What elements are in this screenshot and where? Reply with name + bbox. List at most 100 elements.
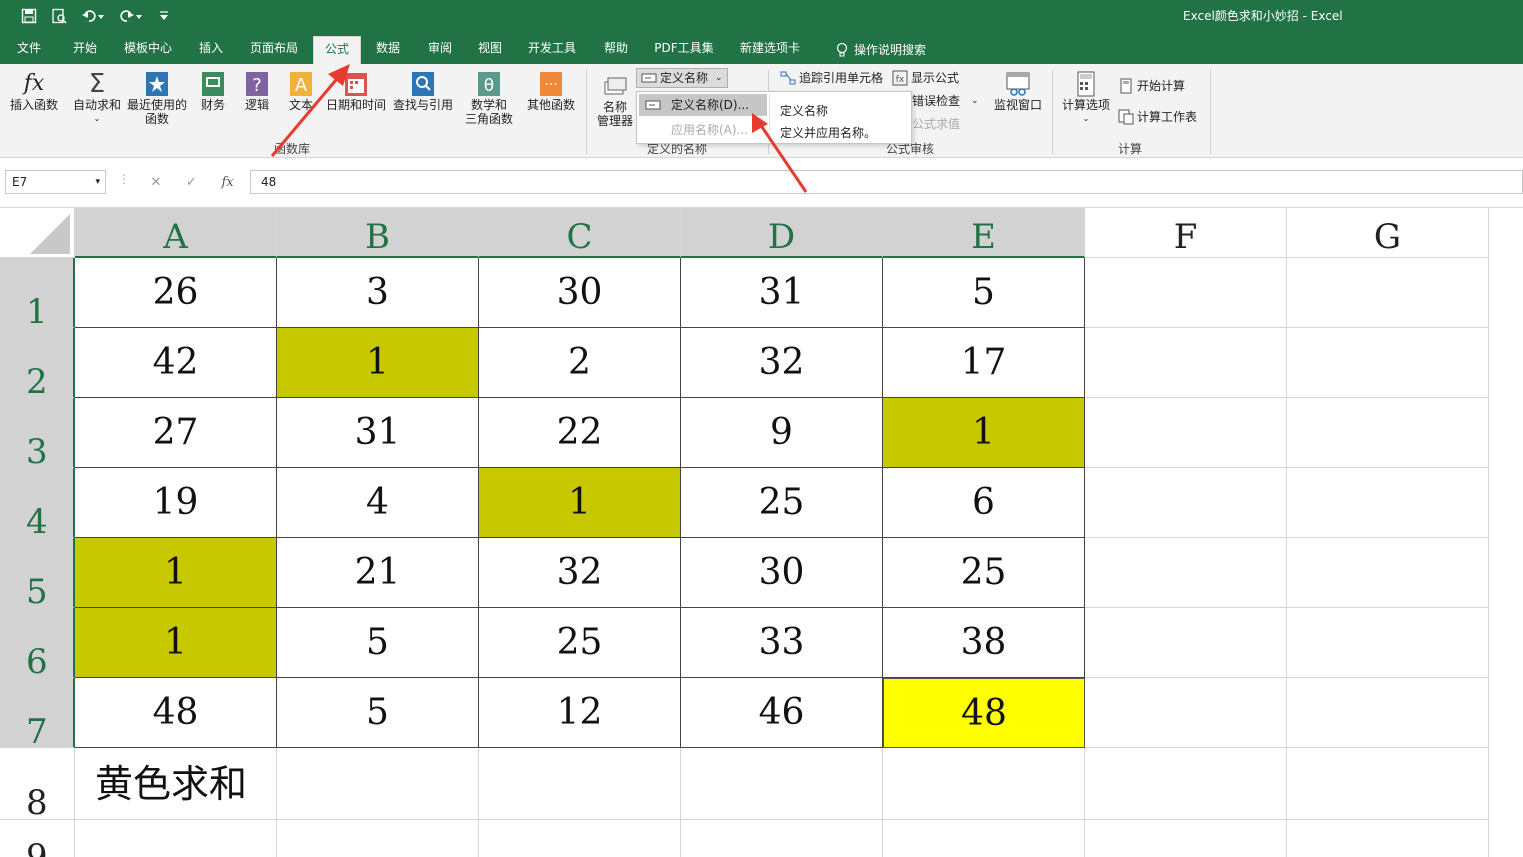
- cell-a3[interactable]: 27: [75, 398, 277, 468]
- cell-a6[interactable]: 1: [75, 608, 277, 678]
- row-header-3[interactable]: 3: [0, 398, 75, 472]
- cell-d1[interactable]: 31: [681, 258, 883, 328]
- cell-e4[interactable]: 6: [883, 468, 1085, 538]
- cell-a5[interactable]: 1: [75, 538, 277, 608]
- cell-f9[interactable]: [1085, 820, 1287, 857]
- cell-b5[interactable]: 21: [277, 538, 479, 608]
- yellow-sum-label[interactable]: 黄色求和: [75, 748, 277, 820]
- trace-precedents-button[interactable]: 追踪引用单元格: [780, 68, 883, 88]
- tab-help[interactable]: 帮助: [596, 36, 636, 64]
- cell-b7[interactable]: 5: [277, 678, 479, 748]
- tab-new-tab[interactable]: 新建选项卡: [732, 36, 808, 64]
- cell-f5[interactable]: [1085, 538, 1287, 608]
- tab-templates[interactable]: 模板中心: [116, 36, 180, 64]
- tab-home[interactable]: 开始: [62, 36, 108, 64]
- row-header-4[interactable]: 4: [0, 468, 75, 542]
- cell-c8[interactable]: [479, 748, 681, 820]
- error-checking-button[interactable]: 错误检查 ⌄: [912, 91, 979, 111]
- cell-b3[interactable]: 31: [277, 398, 479, 468]
- cell-d6[interactable]: 33: [681, 608, 883, 678]
- cell-g7[interactable]: [1287, 678, 1489, 748]
- cell-b4[interactable]: 4: [277, 468, 479, 538]
- apply-names-menu-item[interactable]: 应用名称(A)...: [639, 119, 767, 141]
- enter-icon[interactable]: ✓: [186, 175, 197, 190]
- tab-page-layout[interactable]: 页面布局: [242, 36, 306, 64]
- text-button[interactable]: A 文本: [282, 70, 320, 112]
- cell-c6[interactable]: 25: [479, 608, 681, 678]
- calc-options-button[interactable]: 计算选项 ⌄: [1058, 70, 1114, 126]
- cell-c1[interactable]: 30: [479, 258, 681, 328]
- undo-icon[interactable]: [78, 6, 108, 26]
- fx-icon[interactable]: fx: [221, 175, 233, 190]
- more-functions-button[interactable]: ··· 其他函数: [524, 70, 578, 112]
- insert-function-button[interactable]: fx 插入函数: [6, 70, 62, 112]
- cell-e2[interactable]: 17: [883, 328, 1085, 398]
- tab-pdf-tools[interactable]: PDF工具集: [648, 36, 720, 64]
- tab-formulas[interactable]: 公式: [313, 36, 361, 64]
- tab-data[interactable]: 数据: [368, 36, 408, 64]
- cell-d8[interactable]: [681, 748, 883, 820]
- cell-e6[interactable]: 38: [883, 608, 1085, 678]
- cell-a7[interactable]: 48: [75, 678, 277, 748]
- cell-g4[interactable]: [1287, 468, 1489, 538]
- column-header-b[interactable]: B: [277, 208, 479, 258]
- row-header-5[interactable]: 5: [0, 538, 75, 612]
- cell-b2[interactable]: 1: [277, 328, 479, 398]
- cell-g6[interactable]: [1287, 608, 1489, 678]
- cell-g2[interactable]: [1287, 328, 1489, 398]
- cell-d7[interactable]: 46: [681, 678, 883, 748]
- cell-b1[interactable]: 3: [277, 258, 479, 328]
- define-name-button[interactable]: 定义名称 ⌄: [636, 68, 728, 88]
- column-header-d[interactable]: D: [681, 208, 883, 258]
- customize-icon[interactable]: [156, 6, 172, 26]
- cell-e7[interactable]: 48: [883, 678, 1085, 748]
- calc-now-button[interactable]: 开始计算: [1118, 76, 1185, 96]
- cell-f3[interactable]: [1085, 398, 1287, 468]
- cancel-icon[interactable]: ✕: [150, 175, 161, 190]
- calc-sheet-button[interactable]: 计算工作表: [1118, 107, 1197, 127]
- tab-insert[interactable]: 插入: [190, 36, 232, 64]
- math-trig-button[interactable]: θ 数学和 三角函数: [458, 70, 520, 126]
- cell-d5[interactable]: 30: [681, 538, 883, 608]
- cell-b9[interactable]: [277, 820, 479, 857]
- row-header-6[interactable]: 6: [0, 608, 75, 682]
- cell-g1[interactable]: [1287, 258, 1489, 328]
- column-header-c[interactable]: C: [479, 208, 681, 258]
- redo-icon[interactable]: [116, 6, 146, 26]
- lookup-reference-button[interactable]: 查找与引用: [392, 70, 454, 112]
- cell-c9[interactable]: [479, 820, 681, 857]
- name-box[interactable]: E7 ▾: [5, 170, 106, 194]
- tab-developer[interactable]: 开发工具: [520, 36, 584, 64]
- print-preview-icon[interactable]: [48, 6, 70, 26]
- cell-d3[interactable]: 9: [681, 398, 883, 468]
- cell-e1[interactable]: 5: [883, 258, 1085, 328]
- cell-f8[interactable]: [1085, 748, 1287, 820]
- cell-f7[interactable]: [1085, 678, 1287, 748]
- cell-a1[interactable]: 26: [75, 258, 277, 328]
- financial-button[interactable]: 财务: [194, 70, 232, 112]
- row-header-1[interactable]: 1: [0, 258, 75, 332]
- cell-g3[interactable]: [1287, 398, 1489, 468]
- cell-e9[interactable]: [883, 820, 1085, 857]
- cell-f1[interactable]: [1085, 258, 1287, 328]
- name-manager-button[interactable]: 名称 管理器: [592, 72, 638, 128]
- tab-review[interactable]: 审阅: [420, 36, 460, 64]
- cell-c7[interactable]: 12: [479, 678, 681, 748]
- cell-a2[interactable]: 42: [75, 328, 277, 398]
- column-header-g[interactable]: G: [1287, 208, 1489, 258]
- cell-e3[interactable]: 1: [883, 398, 1085, 468]
- cell-c4[interactable]: 1: [479, 468, 681, 538]
- select-all-corner[interactable]: [0, 208, 75, 258]
- cell-d2[interactable]: 32: [681, 328, 883, 398]
- cell-c2[interactable]: 2: [479, 328, 681, 398]
- save-icon[interactable]: [18, 6, 40, 26]
- cell-b6[interactable]: 5: [277, 608, 479, 678]
- cell-d4[interactable]: 25: [681, 468, 883, 538]
- tab-view[interactable]: 视图: [470, 36, 510, 64]
- row-header-9[interactable]: 9: [0, 820, 75, 857]
- recently-used-button[interactable]: 最近使用的 函数: [126, 70, 188, 126]
- cell-g8[interactable]: [1287, 748, 1489, 820]
- cell-e5[interactable]: 25: [883, 538, 1085, 608]
- column-header-a[interactable]: A: [75, 208, 277, 258]
- cell-f6[interactable]: [1085, 608, 1287, 678]
